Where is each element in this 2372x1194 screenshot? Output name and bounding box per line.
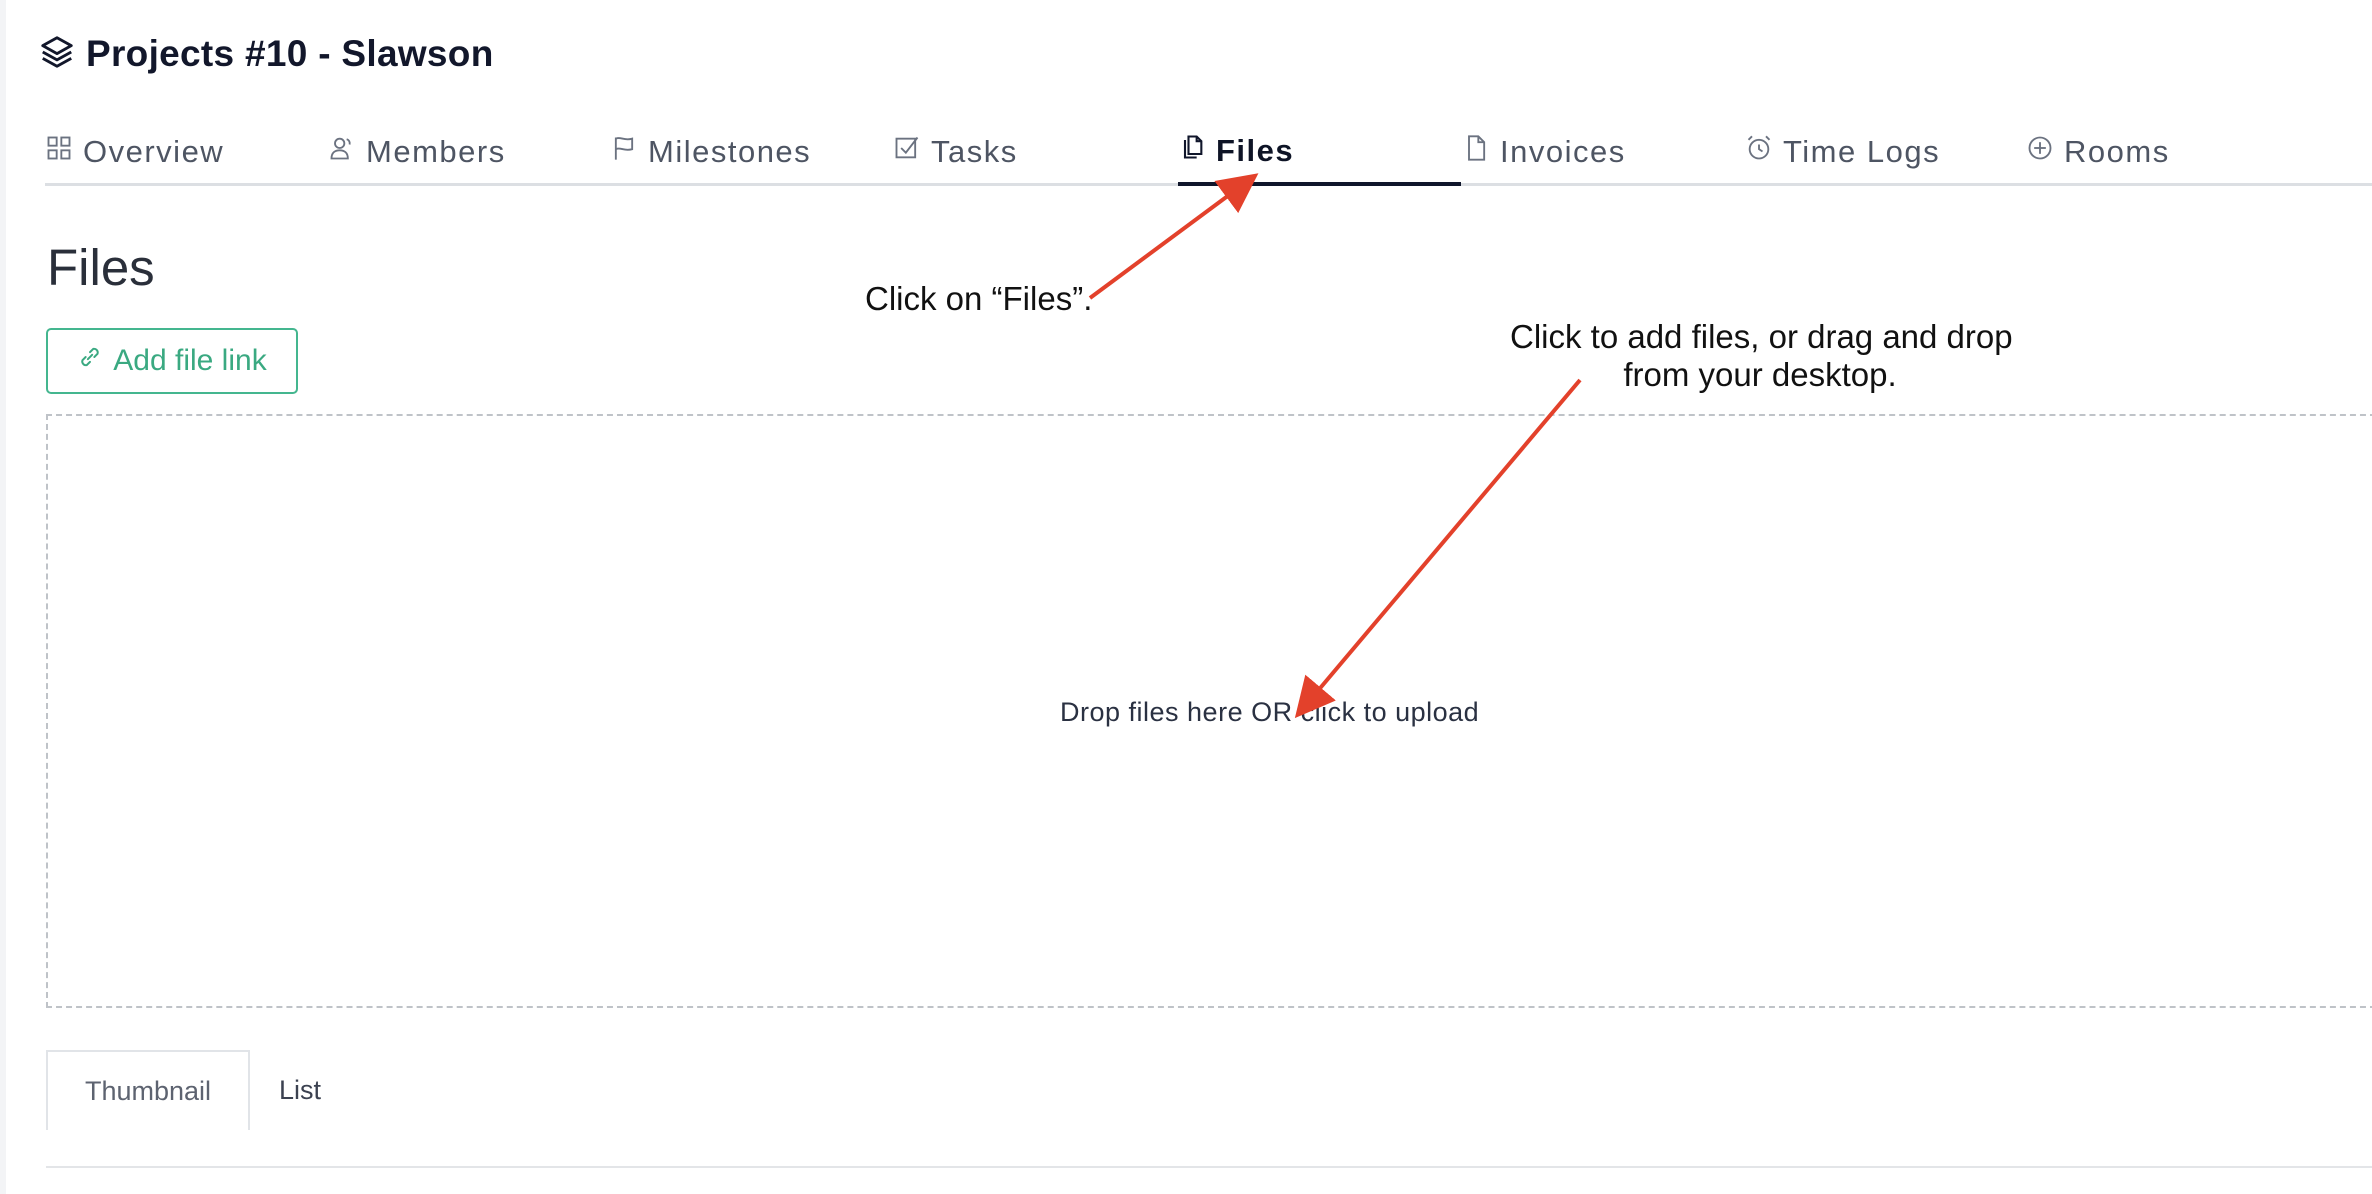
tab-tasks[interactable]: Tasks [893, 120, 1018, 183]
arrow-to-files-tab [1088, 173, 1259, 300]
files-tab-hint: Click on “Files”. [865, 280, 1093, 317]
alarm-clock-icon [1745, 134, 1783, 170]
section-title: Files [47, 239, 155, 296]
checkbox-icon [893, 134, 931, 170]
add-file-link-button[interactable]: Add file link [46, 328, 298, 394]
tab-thumbnail[interactable]: Thumbnail [46, 1050, 250, 1130]
tab-label: Members [366, 133, 506, 169]
tab-label: Time Logs [1783, 133, 1941, 169]
upload-hint-line-2: from your desktop. [1623, 356, 1897, 393]
upload-hint: Click to add files, or drag and drop fro… [1510, 318, 2013, 394]
tab-time-logs[interactable]: Time Logs [1745, 120, 1940, 183]
left-edge-strip [0, 0, 6, 1194]
tab-list[interactable]: List [250, 1050, 350, 1130]
tab-rooms[interactable]: Rooms [2026, 120, 2170, 183]
layers-icon [38, 33, 86, 76]
tab-invoices[interactable]: Invoices [1462, 120, 1626, 183]
tab-label: Rooms [2064, 133, 2170, 169]
upload-hint-line-1: Click to add files, or drag and drop [1510, 318, 2013, 355]
tab-label: Invoices [1500, 133, 1626, 169]
files-icon [1178, 133, 1216, 169]
page-header: Projects #10 - Slawson [38, 24, 494, 84]
grid-icon [45, 134, 83, 170]
add-file-link-label: Add file link [113, 344, 267, 377]
tab-milestones[interactable]: Milestones [610, 120, 811, 183]
plus-circle-icon [2026, 134, 2064, 170]
link-icon [77, 344, 113, 378]
flag-icon [610, 134, 648, 170]
divider [46, 1166, 2372, 1168]
dropzone-text[interactable]: Drop files here OR click to upload [1060, 697, 1479, 728]
project-tabs: Overview Members Milestones Tasks Files … [45, 120, 2372, 186]
tab-label: Milestones [648, 133, 812, 169]
tab-overview[interactable]: Overview [45, 120, 224, 183]
tab-label: Overview [83, 133, 225, 169]
document-icon [1462, 134, 1500, 170]
tab-label: Tasks [931, 133, 1018, 169]
users-icon [328, 134, 366, 170]
page-title: Projects #10 - Slawson [86, 33, 494, 74]
tab-members[interactable]: Members [328, 120, 506, 183]
tab-files[interactable]: Files [1178, 120, 1461, 186]
tab-label: Files [1216, 133, 1295, 168]
